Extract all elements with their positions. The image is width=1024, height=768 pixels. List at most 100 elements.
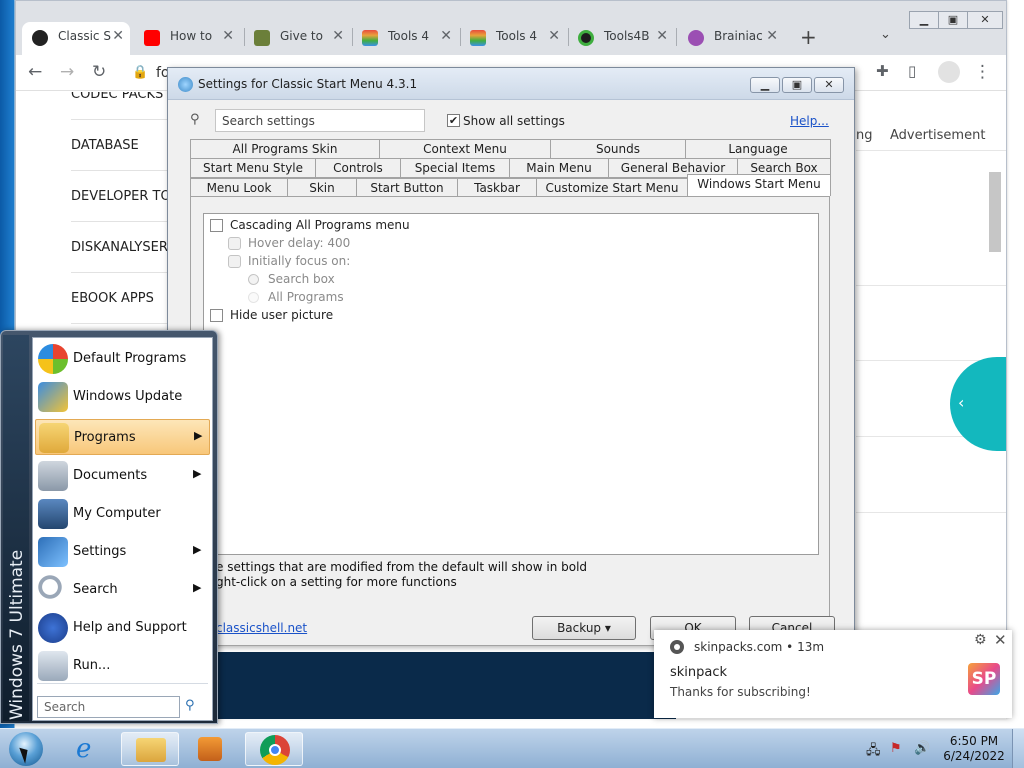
back-icon[interactable]: ← (28, 62, 42, 82)
checkbox[interactable] (210, 219, 223, 232)
start-item-my-computer[interactable]: My Computer (35, 496, 210, 532)
dialog-minimize-button[interactable]: ▁ (750, 77, 780, 93)
close-tab-icon[interactable]: ✕ (656, 28, 668, 44)
tab-start-menu-style[interactable]: Start Menu Style (190, 158, 316, 178)
clock-time: 6:50 PM (949, 734, 999, 748)
setting-label: Cascading All Programs menu (230, 218, 410, 232)
backup-button[interactable]: Backup ▾ (532, 616, 636, 640)
category-link[interactable]: EBOOK APPS (71, 291, 154, 306)
media-player-button[interactable] (181, 732, 239, 766)
start-item-settings[interactable]: Settings ▶ (35, 534, 210, 570)
tab-skin[interactable]: Skin (287, 178, 357, 198)
system-clock[interactable]: 6:50 PM 6/24/2022 (942, 734, 1006, 764)
notification-toast[interactable]: skinpacks.com • 13m ⚙ ✕ skinpack Thanks … (654, 630, 1012, 718)
start-item-windows-update[interactable]: Windows Update (35, 379, 210, 415)
website-link[interactable]: classicshell.net (216, 621, 307, 635)
chrome-icon (670, 640, 684, 654)
start-item-default-programs[interactable]: Default Programs (35, 341, 210, 377)
tab-all-programs-skin[interactable]: All Programs Skin (190, 139, 380, 159)
browser-tab-5[interactable]: Tools 4 ✕ (460, 22, 566, 55)
tab-special-items[interactable]: Special Items (400, 158, 510, 178)
gear-icon (578, 30, 594, 46)
tab-language[interactable]: Language (685, 139, 831, 159)
tab-controls[interactable]: Controls (315, 158, 401, 178)
settings-search-input[interactable] (215, 109, 425, 132)
tab-menu-look[interactable]: Menu Look (190, 178, 288, 198)
category-link[interactable]: DEVELOPER TOO (71, 189, 181, 204)
action-center-flag-icon[interactable]: ⚑ (890, 741, 902, 756)
settings-gear-icon[interactable]: ⚙ (974, 632, 987, 648)
tab-sounds[interactable]: Sounds (550, 139, 686, 159)
reload-icon[interactable]: ↻ (92, 62, 106, 82)
help-link[interactable]: Help... (790, 114, 829, 128)
maximize-button[interactable]: ▣ (938, 11, 968, 29)
tab-taskbar[interactable]: Taskbar (457, 178, 537, 198)
chevron-right-icon: ▶ (193, 543, 202, 556)
search-icon[interactable]: ⚲ (185, 698, 195, 713)
tab-customize-start-menu[interactable]: Customize Start Menu (536, 178, 688, 198)
internet-explorer-button[interactable]: e (62, 732, 120, 766)
close-tab-icon[interactable]: ✕ (112, 28, 124, 44)
start-search-input[interactable] (37, 696, 180, 718)
tab-start-button[interactable]: Start Button (356, 178, 458, 198)
menu-icon[interactable]: ⋮ (974, 62, 991, 82)
tab-context-menu[interactable]: Context Menu (379, 139, 551, 159)
new-tab-icon[interactable]: + (800, 25, 817, 49)
close-tab-icon[interactable]: ✕ (440, 28, 452, 44)
chevron-down-icon[interactable]: ⌄ (880, 27, 891, 42)
tab-title: Brainiac (714, 29, 763, 43)
network-icon[interactable]: 🖧 (866, 741, 881, 763)
browser-tab-1[interactable]: Classic S ✕ (22, 22, 130, 55)
close-tab-icon[interactable]: ✕ (548, 28, 560, 44)
tab-title: Classic S (58, 29, 111, 43)
run-icon (38, 651, 68, 681)
profile-icon[interactable] (938, 61, 960, 83)
q-icon (32, 30, 48, 46)
browser-tab-4[interactable]: Tools 4 ✕ (352, 22, 458, 55)
dialog-close-button[interactable]: ✕ (814, 77, 844, 93)
volume-icon[interactable]: 🔊 (914, 741, 930, 756)
tab-main-menu[interactable]: Main Menu (509, 158, 609, 178)
setting-label: Hide user picture (230, 308, 334, 322)
radio-button[interactable] (248, 274, 259, 285)
browser-tab-7[interactable]: Brainiac ✕ (678, 22, 784, 55)
category-link[interactable]: CODEC PACKS (71, 92, 163, 102)
radio-button[interactable] (248, 292, 259, 303)
tab-windows-start-menu[interactable]: Windows Start Menu (687, 174, 831, 196)
extensions-icon[interactable]: ✚ (876, 62, 889, 80)
close-button[interactable]: ✕ (967, 11, 1003, 29)
start-item-help[interactable]: Help and Support (35, 610, 210, 646)
start-item-documents[interactable]: Documents ▶ (35, 458, 210, 494)
side-panel-icon[interactable]: ▯ (908, 62, 916, 80)
close-tab-icon[interactable]: ✕ (332, 28, 344, 44)
chrome-center-icon (269, 744, 281, 756)
settings-dialog: Settings for Classic Start Menu 4.3.1 ▁ … (167, 67, 855, 646)
browser-tab-3[interactable]: Give to ✕ (244, 22, 350, 55)
close-tab-icon[interactable]: ✕ (766, 28, 778, 44)
dialog-titlebar[interactable]: Settings for Classic Start Menu 4.3.1 ▁ … (168, 68, 854, 100)
checkbox[interactable] (210, 309, 223, 322)
settings-tree: Cascading All Programs menu Hover delay:… (203, 213, 819, 555)
close-tab-icon[interactable]: ✕ (222, 28, 234, 44)
browser-tab-6[interactable]: Tools4B ✕ (568, 22, 674, 55)
category-link[interactable]: DISKANALYSERS (71, 240, 176, 255)
chevron-right-icon: ▶ (193, 581, 202, 594)
help-icon (38, 613, 68, 643)
start-item-search[interactable]: Search ▶ (35, 572, 210, 608)
scrollbar-thumb[interactable] (989, 172, 1001, 252)
browser-tab-2[interactable]: How to ✕ (134, 22, 240, 55)
start-item-programs[interactable]: Programs ▶ (35, 419, 210, 455)
file-explorer-button[interactable] (121, 732, 179, 766)
category-link[interactable]: DATABASE (71, 138, 139, 153)
minimize-button[interactable]: ▁ (909, 11, 939, 29)
setting-label: Initially focus on: (248, 254, 351, 268)
giveaway-icon (254, 30, 270, 46)
chrome-taskbar-button[interactable] (245, 732, 303, 766)
show-desktop-button[interactable] (1012, 729, 1024, 768)
lock-icon[interactable]: 🔒 (132, 65, 148, 80)
dialog-maximize-button[interactable]: ▣ (782, 77, 812, 93)
close-icon[interactable]: ✕ (994, 631, 1007, 649)
show-all-checkbox[interactable]: ✔ (447, 114, 460, 127)
forward-icon[interactable]: → (60, 62, 74, 82)
start-item-run[interactable]: Run... (35, 648, 210, 684)
